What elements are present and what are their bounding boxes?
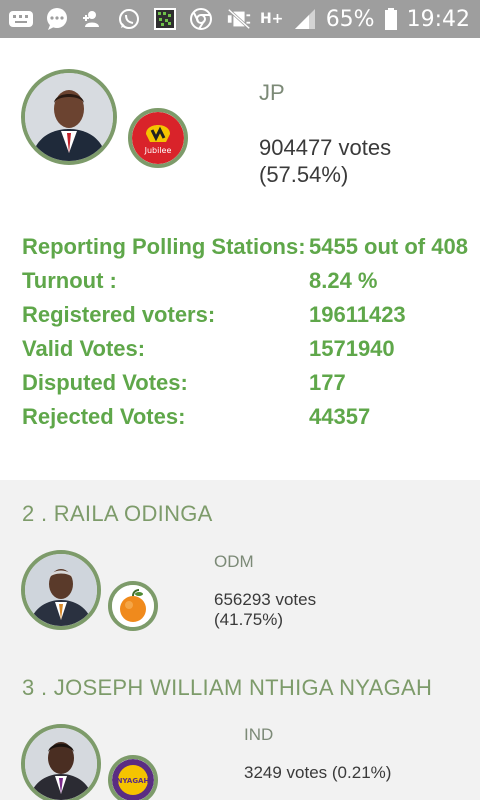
battery-percent: 65% [325,6,375,32]
party-abbreviation: IND [244,725,274,744]
stat-value: 8.24 % [309,268,378,293]
other-candidates-list: 2 . RAILA ODINGA ODM 656293 votes (41.75… [0,480,480,800]
chat-icon [44,6,70,32]
network-type-label: H+ [259,11,284,27]
clock-time: 19:42 [406,6,470,32]
stat-value: 177 [309,370,346,395]
party-logo: Jubilee [128,108,188,168]
stat-row: Valid Votes: 1571940 [22,336,480,370]
stat-row: Turnout : 8.24 % [22,268,480,302]
stat-row: Registered voters: 19611423 [22,302,480,336]
stat-label: Turnout : [22,268,117,293]
candidate-photo [21,724,101,800]
vote-percent: (41.75%) [214,610,283,629]
notification-icons [8,6,214,32]
stat-value: 5455 out of 408 [309,234,468,259]
stat-value: 19611423 [309,302,406,327]
party-logo-text: NYAGAH [117,777,150,785]
signal-icon [292,6,318,32]
party-logo: NYAGAH [108,755,158,800]
candidate-name: 2 . RAILA ODINGA [22,501,213,526]
stat-label: Valid Votes: [22,336,146,361]
network-type-icon: H+ [260,6,284,32]
stat-row: Disputed Votes: 177 [22,370,480,404]
party-logo-text: Jubilee [144,146,172,155]
vote-count: 3249 votes (0.21%) [244,763,392,782]
stat-label: Reporting Polling Stations: [22,234,306,259]
stat-value: 44357 [309,404,371,429]
chrome-icon [188,6,214,32]
stat-value: 1571940 [309,336,395,361]
party-abbreviation: JP [259,80,285,105]
whatsapp-icon [116,6,142,32]
candidate-name: 3 . JOSEPH WILLIAM NTHIGA NYAGAH [22,675,433,700]
stat-label: Rejected Votes: [22,404,186,429]
battery-icon [383,6,399,32]
candidate-photo [21,69,117,165]
app-icon [152,6,178,32]
stat-row: Rejected Votes: 44357 [22,404,480,438]
stat-label: Disputed Votes: [22,370,188,395]
party-abbreviation: ODM [214,552,254,571]
stat-row: Reporting Polling Stations: 5455 out of … [22,234,480,268]
keyboard-icon [8,6,34,32]
vote-count: 904477 votes [259,135,392,160]
status-bar: H+ 65% 19:42 [0,0,480,38]
mute-icon [226,6,252,32]
system-indicators: H+ 65% 19:42 [226,0,470,38]
vote-count: 656293 votes [214,590,317,609]
leading-candidate-card[interactable]: Jubilee JP 904477 votes (57.54%) Reporti… [0,38,480,480]
vote-percent: (57.54%) [259,162,349,187]
stat-label: Registered voters: [22,302,216,327]
candidate-photo [21,550,101,630]
party-logo [108,581,158,631]
person-add-icon [80,6,106,32]
